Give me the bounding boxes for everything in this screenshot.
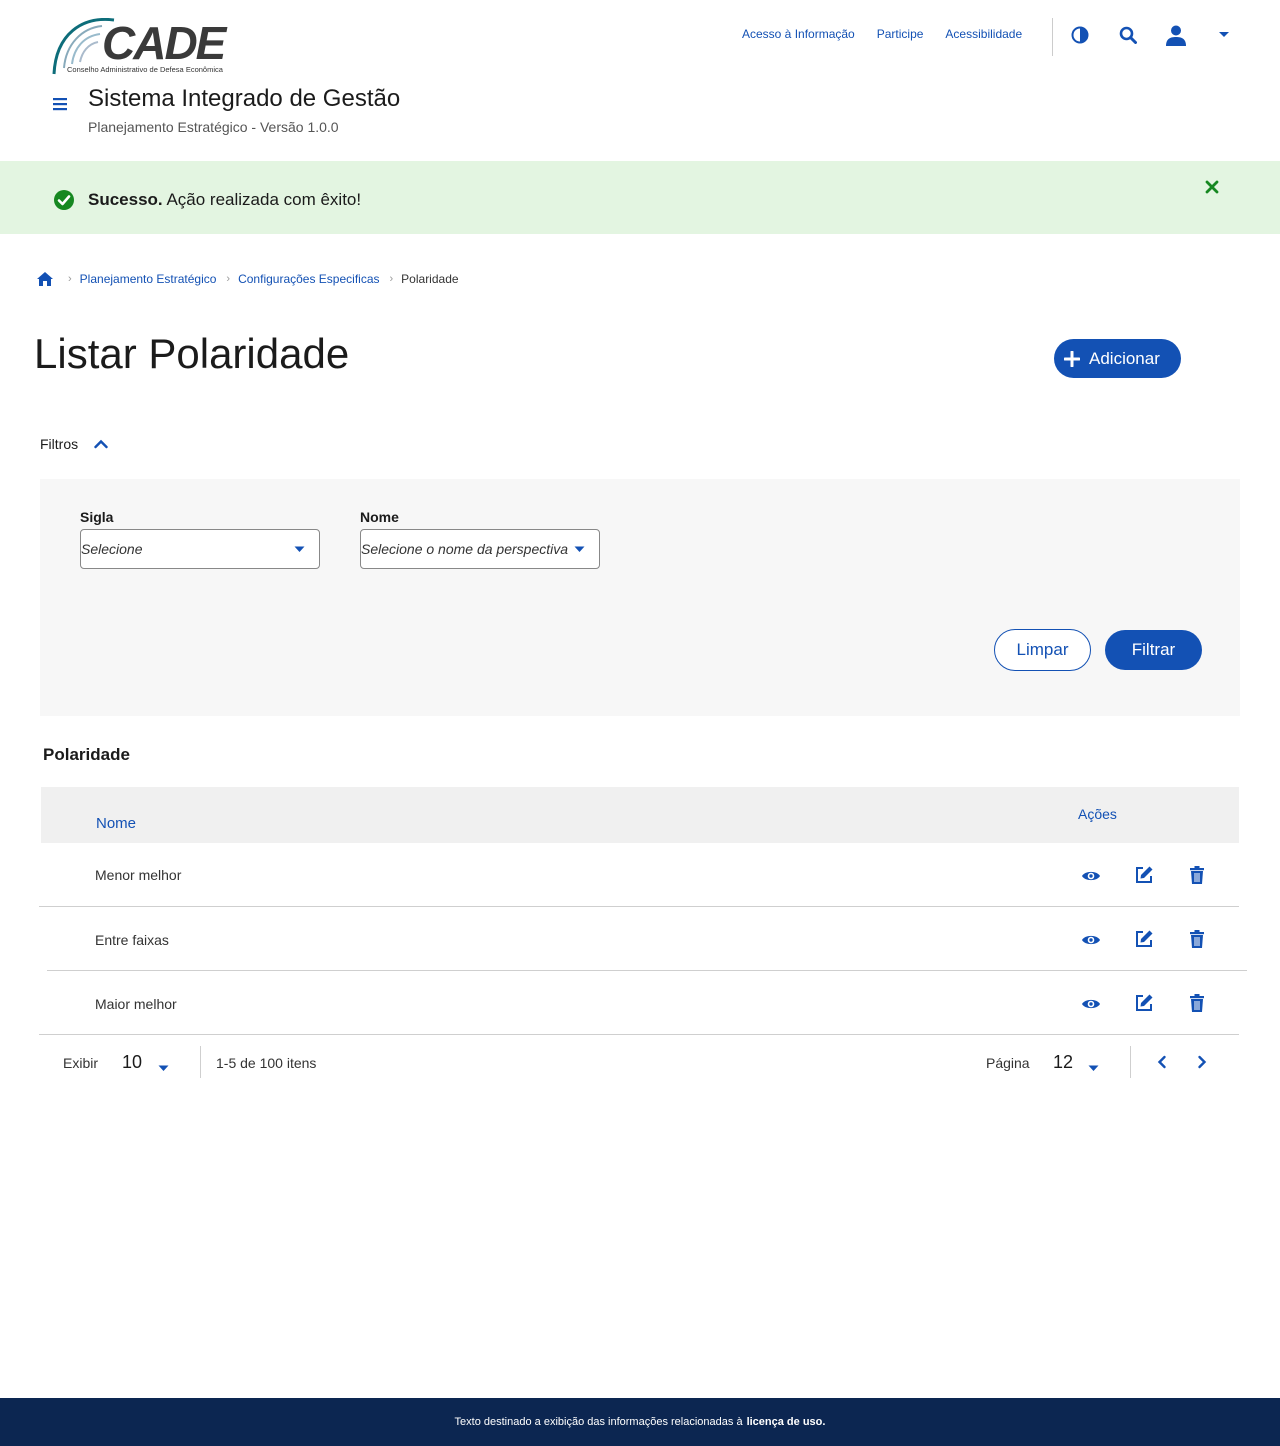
link-participe[interactable]: Participe (877, 27, 924, 41)
column-header-nome[interactable]: Nome (96, 815, 136, 832)
chevron-right-icon: › (68, 273, 72, 285)
row-divider (39, 1034, 1239, 1035)
view-icon[interactable] (1081, 866, 1101, 886)
home-icon[interactable] (36, 270, 54, 288)
top-links: Acesso à Informação Participe Acessibili… (742, 27, 1022, 41)
system-subtitle: Planejamento Estratégico - Versão 1.0.0 (88, 119, 339, 135)
trash-icon[interactable] (1187, 865, 1207, 885)
sigla-select-value: Selecione (81, 541, 143, 557)
footer: Texto destinado a exibição das informaçõ… (0, 1398, 1280, 1446)
item-range: 1-5 de 100 itens (216, 1055, 317, 1071)
caret-down-icon[interactable] (1088, 1059, 1099, 1077)
add-button-label: Adicionar (1089, 348, 1160, 368)
row-divider (39, 906, 1239, 907)
trash-icon[interactable] (1187, 929, 1207, 949)
edit-icon[interactable] (1134, 993, 1154, 1013)
system-title: Sistema Integrado de Gestão (88, 85, 401, 112)
filters-toggle[interactable]: Filtros (40, 436, 108, 452)
footer-text: Texto destinado a exibição das informaçõ… (454, 1416, 743, 1428)
search-icon[interactable] (1117, 24, 1139, 46)
caret-down-icon (574, 546, 585, 552)
table-row-nome: Maior melhor (95, 996, 177, 1012)
per-page-select[interactable]: 10 (122, 1052, 142, 1073)
caret-down-icon[interactable] (1213, 24, 1235, 46)
filters-toggle-label: Filtros (40, 436, 79, 452)
header-divider (1052, 18, 1053, 56)
clear-button[interactable]: Limpar (994, 629, 1091, 671)
link-acesso-informacao[interactable]: Acesso à Informação (742, 27, 855, 41)
logo-subtitle: Conselho Administrativo de Defesa Econôm… (67, 65, 223, 74)
row-divider (47, 970, 1247, 971)
edit-icon[interactable] (1134, 865, 1154, 885)
sigla-select[interactable]: Selecione (80, 529, 320, 569)
breadcrumb-current: Polaridade (401, 272, 459, 286)
table-row-nome: Menor melhor (95, 867, 182, 883)
column-header-acoes: Ações (1078, 806, 1117, 822)
nome-label: Nome (360, 509, 399, 525)
pagination-divider (200, 1046, 201, 1078)
close-icon[interactable] (1203, 178, 1221, 196)
alert-message: Sucesso. Ação realizada com êxito! (88, 190, 361, 210)
sigla-label: Sigla (80, 509, 114, 525)
check-circle-icon (53, 189, 75, 211)
table-header (41, 787, 1239, 843)
link-acessibilidade[interactable]: Acessibilidade (945, 27, 1022, 41)
page-label: Página (986, 1055, 1030, 1071)
breadcrumb-link-planejamento[interactable]: Planejamento Estratégico (80, 272, 217, 286)
chevron-right-icon: › (389, 273, 394, 285)
nome-select[interactable]: Selecione o nome da perspectiva (360, 529, 600, 569)
chevron-left-icon[interactable] (1156, 1055, 1168, 1074)
menu-icon[interactable] (50, 94, 70, 114)
caret-down-icon (294, 546, 305, 552)
chevron-right-icon[interactable] (1196, 1055, 1208, 1074)
user-icon[interactable] (1165, 24, 1187, 46)
plus-icon (1064, 350, 1080, 367)
alert-text: Ação realizada com êxito! (162, 190, 362, 209)
breadcrumb-link-configuracoes[interactable]: Configurações Especificas (238, 272, 379, 286)
edit-icon[interactable] (1134, 929, 1154, 949)
filter-panel (40, 479, 1240, 716)
alert-strong: Sucesso. (88, 190, 163, 209)
view-icon[interactable] (1081, 930, 1101, 950)
contrast-icon[interactable] (1069, 24, 1091, 46)
add-button[interactable]: Adicionar (1054, 339, 1181, 378)
filter-button[interactable]: Filtrar (1105, 630, 1202, 670)
show-label: Exibir (63, 1055, 99, 1071)
page-select[interactable]: 12 (1053, 1052, 1073, 1073)
view-icon[interactable] (1081, 994, 1101, 1014)
license-link[interactable]: licença de uso. (747, 1416, 826, 1428)
trash-icon[interactable] (1187, 993, 1207, 1013)
table-section-title: Polaridade (43, 745, 130, 764)
chevron-up-icon (94, 439, 108, 449)
chevron-right-icon: › (226, 273, 231, 285)
nome-select-value: Selecione o nome da perspectiva (361, 541, 569, 557)
breadcrumb: › Planejamento Estratégico › Configuraçõ… (36, 270, 459, 288)
cade-logo[interactable]: CADE Conselho Administrativo de Defesa E… (52, 16, 252, 78)
logo-wordmark: CADE (102, 17, 226, 69)
page-title: Listar Polaridade (34, 330, 350, 377)
table-row-nome: Entre faixas (95, 932, 169, 948)
caret-down-icon[interactable] (158, 1059, 169, 1077)
pagination-divider (1130, 1046, 1131, 1078)
